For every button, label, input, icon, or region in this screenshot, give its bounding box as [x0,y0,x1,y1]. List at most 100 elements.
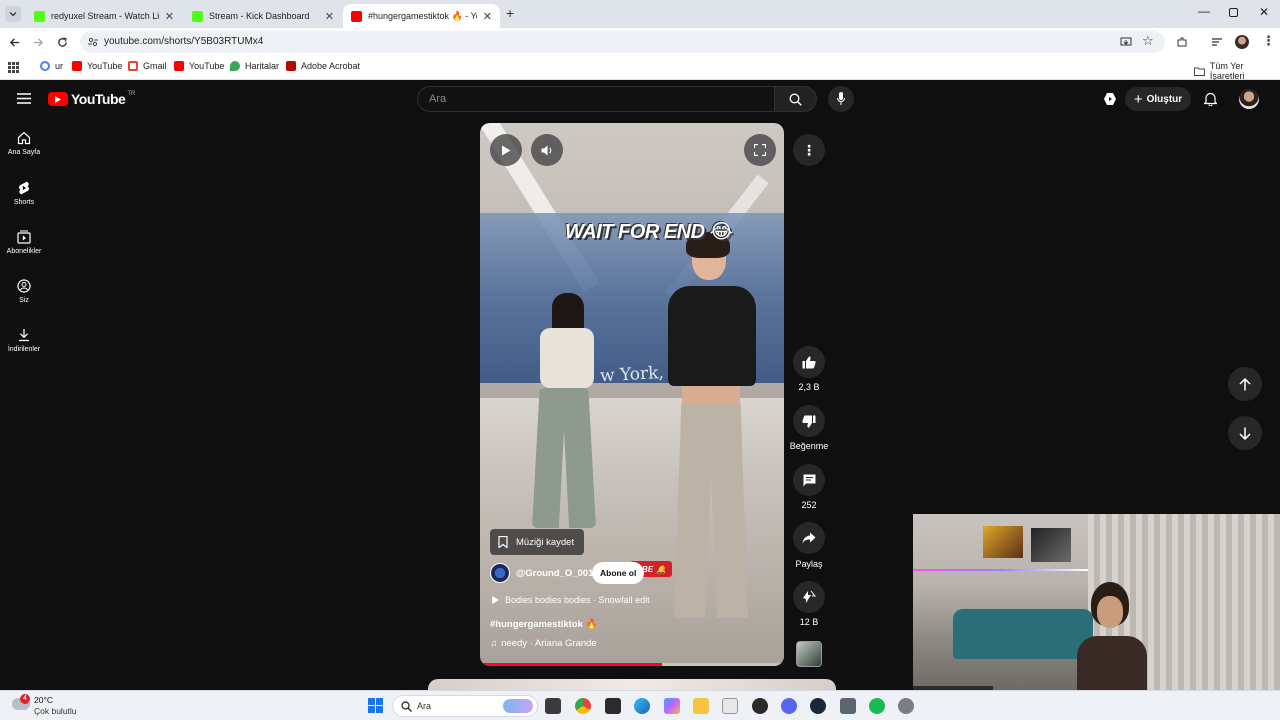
weather-badge: 4 [20,694,30,704]
close-tab-icon[interactable]: ✕ [165,10,174,23]
account-avatar[interactable] [1239,89,1259,109]
tab-kick-stream[interactable]: redyuxel Stream - Watch Live o ✕ [26,4,182,28]
sidebar-item-you[interactable]: Siz [0,279,48,304]
music-link[interactable]: ♫ needy · Ariana Grande [490,638,597,649]
copilot-icon[interactable] [664,698,680,714]
volume-button[interactable] [531,134,563,166]
tab-search-chevron-icon[interactable] [5,6,21,22]
sidebar-item-label: Ana Sayfa [7,149,41,156]
fullscreen-button[interactable] [744,134,776,166]
site-info-icon[interactable] [88,37,98,47]
share-button[interactable] [793,522,825,554]
reading-list-icon[interactable] [1211,36,1223,48]
close-tab-icon[interactable]: ✕ [325,10,334,23]
comments-button[interactable] [793,464,825,496]
dislike-button[interactable] [793,405,825,437]
bookmark-youtube-2[interactable]: YouTube [174,61,224,71]
play-button[interactable] [490,134,522,166]
bookmark-youtube[interactable]: YouTube [72,61,122,71]
task-view-icon[interactable] [545,698,561,714]
steam-icon[interactable] [810,698,826,714]
address-bar[interactable]: youtube.com/shorts/Y5B03RTUMx4 ☆ [80,31,1165,53]
new-tab-button[interactable]: + [506,5,514,21]
playlist-link[interactable]: Bodies bodies bodies · Snowfall edit [492,595,650,605]
calculator-icon[interactable] [840,698,856,714]
youtube-logo-text: YouTube [71,91,126,107]
comment-icon [803,474,815,486]
back-icon[interactable] [9,37,20,48]
browser-menu-icon[interactable]: ⋮ [1262,33,1275,49]
apps-grid-icon[interactable] [8,62,19,73]
snipping-tool-icon[interactable] [722,698,738,714]
discord-icon[interactable] [781,698,797,714]
search-button[interactable] [775,86,817,112]
search-input[interactable]: Ara [429,93,446,105]
bookmark-star-icon[interactable]: ☆ [1142,33,1154,49]
dancer-right [660,232,780,628]
spotify-icon[interactable] [869,698,885,714]
hamburger-menu-icon[interactable] [17,93,31,104]
voice-search-button[interactable] [828,86,854,112]
short-title[interactable]: #hungergamestiktok 🔥 [490,619,597,630]
channel-handle[interactable]: @Ground_O_001 [516,568,593,579]
bookmark-gmail[interactable]: Gmail [128,61,167,71]
windows-start-icon[interactable] [368,698,383,713]
audio-thumbnail[interactable] [796,641,822,667]
sidebar-item-home[interactable]: Ana Sayfa [0,131,48,156]
remix-button[interactable] [793,581,825,613]
bookmark-google[interactable]: ur [40,61,63,71]
tab-youtube-short[interactable]: #hungergamestiktok 🔥 - YouTube ✕ [343,4,500,28]
minimize-icon[interactable]: — [1198,4,1210,18]
tab-title: Stream - Kick Dashboard [209,11,310,21]
chrome-icon[interactable] [575,698,591,714]
save-music-button[interactable]: Müziği kaydet [490,529,585,555]
obs-icon[interactable] [752,698,768,714]
tab-kick-dashboard[interactable]: Stream - Kick Dashboard ✕ [184,4,342,28]
dislike-label: Beğenme [789,441,829,451]
notes-app-icon[interactable] [605,698,621,714]
edge-icon[interactable] [634,698,650,714]
next-short-button[interactable] [1228,416,1262,450]
subscriptions-icon [17,230,31,244]
bookmark-acrobat[interactable]: Adobe Acrobat [286,61,360,71]
shorts-create-icon[interactable] [1103,92,1117,106]
country-code: TR [127,91,136,97]
restore-icon[interactable] [1229,8,1238,17]
settings-gear-icon[interactable] [898,698,914,714]
previous-short-button[interactable] [1228,367,1262,401]
bookmark-label: ur [55,61,64,71]
profile-avatar[interactable] [1235,35,1249,49]
progress-track[interactable] [480,663,784,666]
forward-icon[interactable] [33,37,44,48]
extensions-icon[interactable] [1176,36,1188,48]
next-short-peek[interactable] [428,679,836,690]
url-text[interactable]: youtube.com/shorts/Y5B03RTUMx4 [104,36,263,47]
taskbar-search[interactable]: Ara [392,695,538,717]
thumbs-down-icon [802,415,816,427]
arrow-up-icon [1239,377,1251,390]
teal-sofa [953,609,1093,659]
create-button[interactable]: + Oluştur [1125,87,1191,111]
thumbs-up-icon [802,356,816,368]
like-button[interactable] [793,346,825,378]
short-video-player[interactable]: w York, This is WAIT FOR END 😂 Müziği ka… [480,123,784,666]
weather-widget[interactable]: 4 20°C Çok bulutlu [12,694,102,718]
sidebar-item-downloads[interactable]: İndirilenler [0,328,48,353]
sidebar-item-subscriptions[interactable]: Abonelikler [0,230,48,255]
subscribe-button[interactable]: Abone ol [592,562,645,584]
close-tab-icon[interactable]: ✕ [483,10,492,23]
reload-icon[interactable] [57,37,68,48]
sidebar-item-shorts[interactable]: Shorts [0,181,48,206]
more-options-button[interactable]: ⋮ [793,134,825,166]
close-window-icon[interactable]: ✕ [1259,5,1269,19]
microphone-icon [837,92,845,105]
channel-avatar[interactable] [490,563,510,583]
notifications-bell-icon[interactable] [1204,92,1217,106]
acrobat-icon [286,61,296,71]
file-explorer-icon[interactable] [693,698,709,714]
bookmark-maps[interactable]: Haritalar [230,61,279,71]
search-box[interactable]: Ara [417,86,775,112]
all-bookmarks[interactable]: Tüm Yer İşaretleri [1194,61,1280,81]
youtube-logo[interactable]: YouTube TR [48,91,135,107]
install-app-icon[interactable] [1120,36,1132,48]
